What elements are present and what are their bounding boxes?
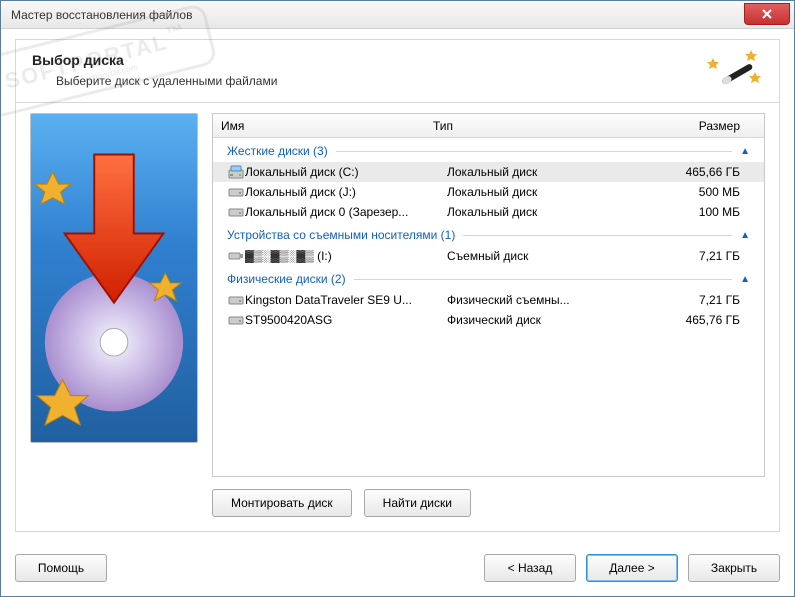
disk-type: Физический съемны... <box>447 293 607 307</box>
close-wizard-button[interactable]: Закрыть <box>688 554 780 582</box>
mount-disk-button[interactable]: Монтировать диск <box>212 489 352 517</box>
disk-icon <box>227 293 245 307</box>
disk-row[interactable]: Kingston DataTraveler SE9 U...Физический… <box>213 290 764 310</box>
disk-name: ▓▒░▓▒░▓▒ (I:) <box>245 249 447 263</box>
disk-icon <box>227 205 245 219</box>
disk-name: Kingston DataTraveler SE9 U... <box>245 293 447 307</box>
action-row: Монтировать диск Найти диски <box>212 489 765 517</box>
list-body: Жесткие диски (3)▲Локальный диск (C:)Лок… <box>213 138 764 476</box>
next-button[interactable]: Далее > <box>586 554 678 582</box>
group-label: Устройства со съемными носителями (1) <box>227 228 455 242</box>
column-type[interactable]: Тип <box>433 119 593 133</box>
content-area: Выбор диска Выберите диск с удаленными ф… <box>1 29 794 542</box>
help-button[interactable]: Помощь <box>15 554 107 582</box>
titlebar: Мастер восстановления файлов <box>1 1 794 29</box>
wizard-side-image <box>30 113 198 443</box>
wizard-footer: Помощь < Назад Далее > Закрыть <box>1 542 794 596</box>
list-header: Имя Тип Размер <box>213 114 764 138</box>
group-header[interactable]: Жесткие диски (3) ▲ <box>213 138 764 162</box>
disk-size: 7,21 ГБ <box>607 249 764 263</box>
disk-icon <box>227 165 245 179</box>
disk-row[interactable]: ▓▒░▓▒░▓▒ (I:)Съемный диск7,21 ГБ <box>213 246 764 266</box>
disk-type: Физический диск <box>447 313 607 327</box>
disk-icon <box>227 313 245 327</box>
disk-icon <box>227 249 245 263</box>
disk-size: 100 МБ <box>607 205 764 219</box>
disk-row[interactable]: Локальный диск 0 (Зарезер...Локальный ди… <box>213 202 764 222</box>
disk-size: 500 МБ <box>607 185 764 199</box>
wizard-window: Мастер восстановления файлов Выбор диска… <box>0 0 795 597</box>
disk-size: 465,66 ГБ <box>607 165 764 179</box>
disk-type: Локальный диск <box>447 185 607 199</box>
group-label: Жесткие диски (3) <box>227 144 328 158</box>
page-subtitle: Выберите диск с удаленными файлами <box>32 74 763 88</box>
disk-size: 7,21 ГБ <box>607 293 764 307</box>
close-button[interactable] <box>744 3 790 25</box>
window-title: Мастер восстановления файлов <box>11 8 744 22</box>
disk-size: 465,76 ГБ <box>607 313 764 327</box>
group-label: Физические диски (2) <box>227 272 346 286</box>
disk-row[interactable]: Локальный диск (C:)Локальный диск465,66 … <box>213 162 764 182</box>
wizard-wand-icon <box>707 48 763 96</box>
group-header[interactable]: Устройства со съемными носителями (1) ▲ <box>213 222 764 246</box>
disk-type: Локальный диск <box>447 165 607 179</box>
close-icon <box>761 8 773 20</box>
disk-name: Локальный диск (J:) <box>245 185 447 199</box>
disk-type: Съемный диск <box>447 249 607 263</box>
find-disks-button[interactable]: Найти диски <box>364 489 471 517</box>
page-title: Выбор диска <box>32 52 763 68</box>
group-header[interactable]: Физические диски (2) ▲ <box>213 266 764 290</box>
main-panel: Имя Тип Размер Жесткие диски (3) ▲ Локальн… <box>15 102 780 532</box>
collapse-icon[interactable]: ▲ <box>740 230 756 241</box>
collapse-icon[interactable]: ▲ <box>740 146 756 157</box>
disk-name: Локальный диск (C:) <box>245 165 447 179</box>
disk-type: Локальный диск <box>447 205 607 219</box>
column-name[interactable]: Имя <box>213 119 433 133</box>
disk-name: Локальный диск 0 (Зарезер... <box>245 205 447 219</box>
back-button[interactable]: < Назад <box>484 554 576 582</box>
disk-row[interactable]: ST9500420ASGФизический диск465,76 ГБ <box>213 310 764 330</box>
disk-name: ST9500420ASG <box>245 313 447 327</box>
disk-list: Имя Тип Размер Жесткие диски (3) ▲ Локальн… <box>212 113 765 477</box>
disk-panel: Имя Тип Размер Жесткие диски (3) ▲ Локальн… <box>212 113 765 517</box>
disk-icon <box>227 185 245 199</box>
column-size[interactable]: Размер <box>593 119 764 133</box>
wizard-header: Выбор диска Выберите диск с удаленными ф… <box>15 39 780 102</box>
disk-row[interactable]: Локальный диск (J:)Локальный диск500 МБ <box>213 182 764 202</box>
collapse-icon[interactable]: ▲ <box>740 274 756 285</box>
